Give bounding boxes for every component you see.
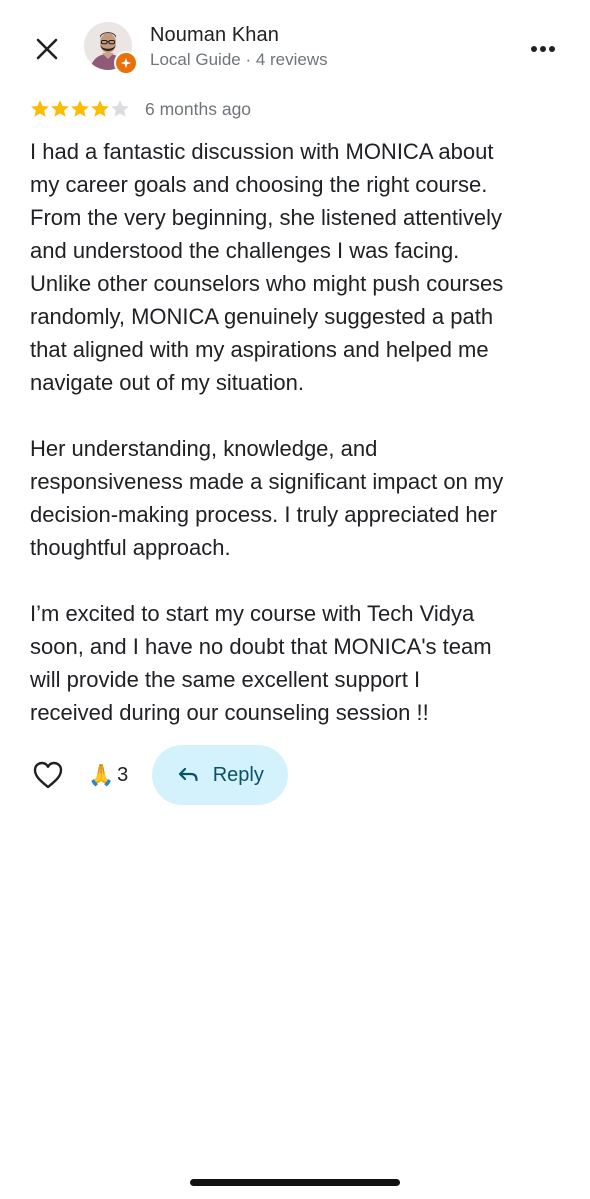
rating-row: 6 months ago — [30, 96, 251, 122]
like-button[interactable] — [30, 757, 66, 793]
star-rating — [30, 99, 130, 119]
reply-label: Reply — [212, 763, 264, 786]
review-text: I had a fantastic discussion with MONICA… — [30, 135, 570, 762]
star-filled-icon — [31, 100, 49, 117]
review-actions: 🙏 3 Reply — [30, 745, 289, 805]
home-indicator[interactable] — [190, 1179, 400, 1186]
reaction-count: 3 — [117, 763, 129, 786]
reviewer-name[interactable]: Nouman Khan — [150, 24, 279, 47]
close-button[interactable] — [30, 32, 64, 66]
reviewer-subline: Local Guide · 4 reviews — [150, 50, 328, 69]
review-detail-screen: Nouman Khan Local Guide · 4 reviews 6 mo… — [0, 0, 590, 1199]
more-options-button[interactable] — [528, 36, 558, 62]
reviewer-avatar[interactable] — [84, 22, 138, 75]
close-icon — [36, 38, 58, 60]
star-empty-icon — [111, 100, 129, 117]
folded-hands-icon: 🙏 — [88, 763, 115, 787]
reply-button[interactable]: Reply — [152, 745, 289, 805]
star-filled-icon — [91, 100, 109, 117]
heart-outline-icon — [33, 761, 63, 789]
star-filled-icon — [71, 100, 89, 117]
review-paragraph: Her understanding, knowledge, and respon… — [30, 436, 504, 560]
review-paragraph: I’m excited to start my course with Tech… — [30, 601, 492, 725]
local-guide-star-icon — [120, 57, 132, 69]
reaction-thanks[interactable]: 🙏 3 — [88, 764, 128, 787]
more-horizontal-icon — [531, 46, 555, 52]
local-guide-badge — [114, 51, 138, 75]
reply-arrow-icon — [178, 767, 198, 782]
star-filled-icon — [51, 100, 69, 117]
review-header: Nouman Khan Local Guide · 4 reviews — [0, 18, 590, 80]
review-paragraph: I had a fantastic discussion with MONICA… — [30, 139, 504, 395]
review-time: 6 months ago — [145, 98, 252, 119]
